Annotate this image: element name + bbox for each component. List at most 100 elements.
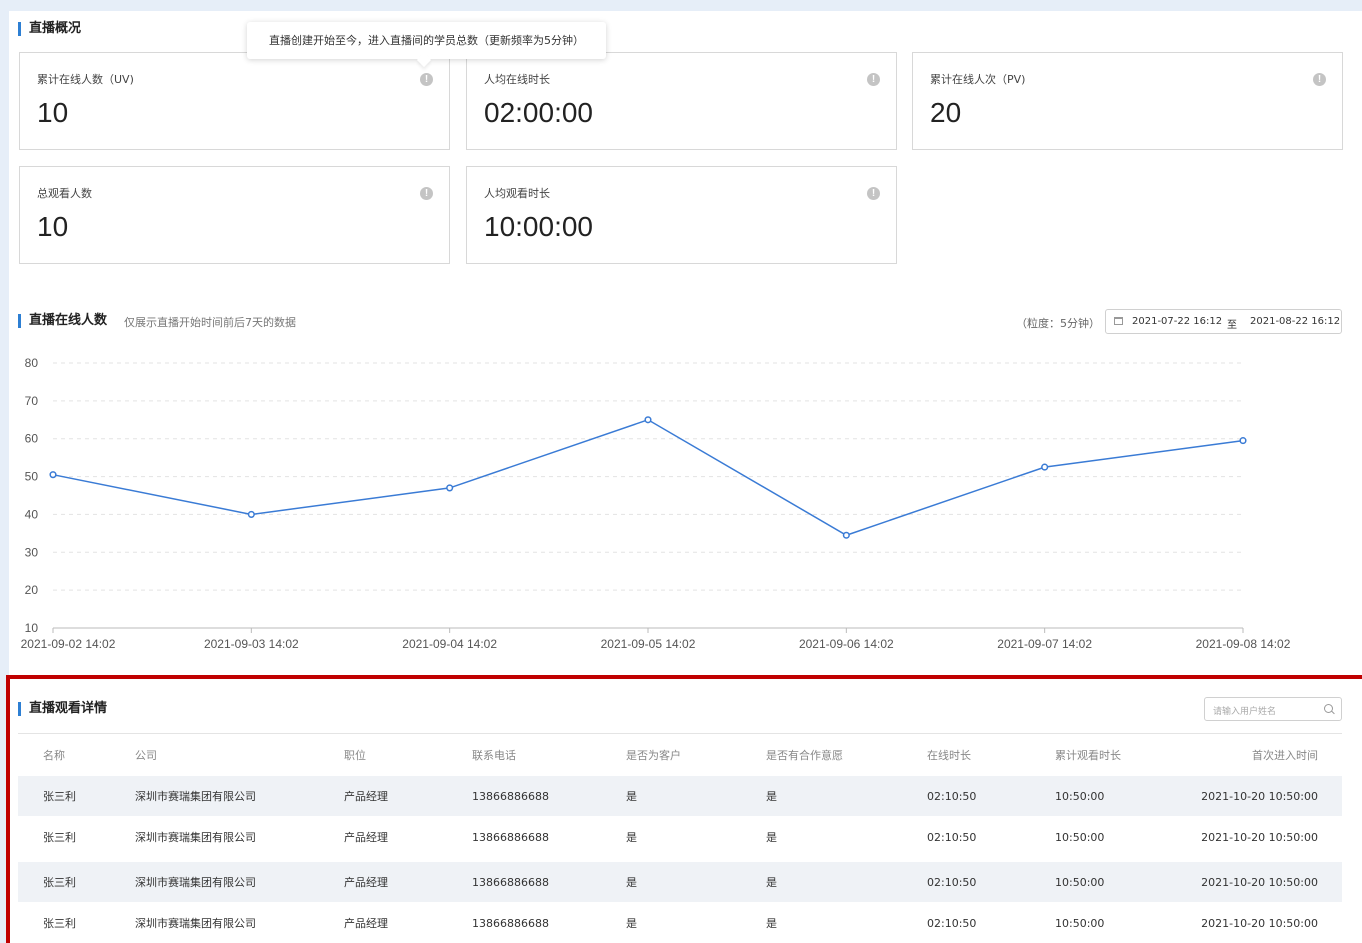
- x-tick-label: 2021-09-04 14:02: [402, 637, 497, 651]
- cell-name: 张三利: [43, 876, 76, 889]
- total-viewers-card: 总观看人数 10 !: [19, 166, 450, 264]
- info-icon[interactable]: !: [867, 73, 880, 86]
- y-tick-label: 40: [25, 507, 39, 521]
- col-company: 公司: [135, 749, 157, 762]
- pv-label: 累计在线人次（PV): [930, 73, 1026, 86]
- cell-first-entry: 2021-10-20 10:50:00: [1201, 830, 1318, 844]
- online-users-line-chart: 10 20 30 40 50 60 70 80 2021-09-02 14:02 2021-09-…: [21, 356, 1291, 651]
- cell-name: 张三利: [43, 917, 76, 930]
- info-icon[interactable]: !: [420, 187, 433, 200]
- uv-label: 累计在线人数（UV): [37, 73, 134, 86]
- col-first-entry: 首次进入时间: [1252, 749, 1318, 762]
- avg-watch-duration-label: 人均观看时长: [484, 187, 550, 200]
- range-separator: 至: [1227, 320, 1237, 331]
- series-line: [52, 418, 1244, 537]
- cell-position: 产品经理: [344, 831, 388, 844]
- cell-name: 张三利: [43, 790, 76, 803]
- user-search-input[interactable]: 请输入用户姓名: [1204, 697, 1342, 721]
- granularity-label: （粒度：5分钟）: [1016, 317, 1100, 330]
- data-point: [446, 484, 454, 492]
- col-cooperation: 是否有合作意愿: [766, 749, 843, 762]
- info-icon[interactable]: !: [867, 187, 880, 200]
- overview-title: 直播概况: [18, 20, 81, 38]
- table-header: 名称 公司 职位 联系电话 是否为客户 是否有合作意愿 在线时长 累计观看时长 …: [18, 733, 1342, 776]
- online-chart-title: 直播在线人数: [18, 312, 107, 330]
- x-tick-label: 2021-09-05 14:02: [601, 637, 696, 651]
- uv-card: 累计在线人数（UV) 10 !: [19, 52, 450, 150]
- cell-is-customer: 是: [626, 917, 637, 930]
- cell-total-watch: 10:50:00: [1055, 875, 1105, 889]
- cell-phone: 13866886688: [472, 916, 549, 930]
- x-tick-label: 2021-09-06 14:02: [799, 637, 894, 651]
- cell-phone: 13866886688: [472, 789, 549, 803]
- cell-is-customer: 是: [626, 876, 637, 889]
- x-tick-label: 2021-09-02 14:02: [21, 637, 116, 651]
- range-start[interactable]: 2021-07-22 16:12: [1132, 316, 1222, 327]
- info-icon[interactable]: !: [420, 73, 433, 86]
- cell-cooperation: 是: [766, 876, 777, 889]
- col-is-customer: 是否为客户: [626, 749, 681, 762]
- y-tick-label: 20: [25, 583, 39, 597]
- x-tick-label: 2021-09-07 14:02: [997, 637, 1092, 651]
- cell-total-watch: 10:50:00: [1055, 916, 1105, 930]
- cell-first-entry: 2021-10-20 10:50:00: [1201, 789, 1318, 803]
- col-online-duration: 在线时长: [927, 749, 971, 762]
- col-total-watch: 累计观看时长: [1055, 749, 1121, 762]
- cell-online-duration: 02:10:50: [927, 875, 977, 889]
- x-tick-label: 2021-09-08 14:02: [1196, 637, 1291, 651]
- avg-watch-duration-value: 10:00:00: [484, 211, 593, 242]
- date-range-picker[interactable]: 2021-07-22 16:12 至 2021-08-22 16:12: [1105, 309, 1342, 334]
- y-tick-label: 10: [25, 621, 39, 635]
- data-point: [49, 471, 57, 479]
- y-tick-label: 80: [25, 356, 39, 370]
- total-viewers-label: 总观看人数: [37, 187, 92, 200]
- detail-title: 直播观看详情: [18, 700, 107, 718]
- y-tick-label: 60: [25, 432, 39, 446]
- cell-cooperation: 是: [766, 831, 777, 844]
- search-placeholder: 请输入用户姓名: [1213, 707, 1277, 717]
- uv-tooltip: 直播创建开始至今，进入直播间的学员总数（更新频率为5分钟）: [247, 22, 606, 59]
- cell-total-watch: 10:50:00: [1055, 789, 1105, 803]
- data-point: [1041, 463, 1049, 471]
- search-icon[interactable]: [1324, 704, 1333, 713]
- online-chart-subtitle: 仅展示直播开始时间前后7天的数据: [124, 316, 296, 329]
- data-point: [1239, 437, 1247, 445]
- table-row[interactable]: 张三利 深圳市赛瑞集团有限公司 产品经理 13866886688 是 是 02:…: [18, 903, 1342, 943]
- col-name: 名称: [43, 749, 65, 762]
- table-row[interactable]: 张三利 深圳市赛瑞集团有限公司 产品经理 13866886688 是 是 02:…: [18, 862, 1342, 902]
- col-position: 职位: [344, 749, 366, 762]
- cell-online-duration: 02:10:50: [927, 916, 977, 930]
- cell-company: 深圳市赛瑞集团有限公司: [135, 831, 256, 844]
- cell-online-duration: 02:10:50: [927, 789, 977, 803]
- avg-online-duration-value: 02:00:00: [484, 97, 593, 128]
- cell-is-customer: 是: [626, 831, 637, 844]
- range-end[interactable]: 2021-08-22 16:12: [1250, 316, 1340, 327]
- col-phone: 联系电话: [472, 749, 516, 762]
- avg-watch-duration-card: 人均观看时长 10:00:00 !: [466, 166, 897, 264]
- cell-phone: 13866886688: [472, 875, 549, 889]
- cell-company: 深圳市赛瑞集团有限公司: [135, 876, 256, 889]
- table-row[interactable]: 张三利 深圳市赛瑞集团有限公司 产品经理 13866886688 是 是 02:…: [18, 776, 1342, 816]
- cell-company: 深圳市赛瑞集团有限公司: [135, 790, 256, 803]
- cell-position: 产品经理: [344, 917, 388, 930]
- x-tick-label: 2021-09-03 14:02: [204, 637, 299, 651]
- info-icon[interactable]: !: [1313, 73, 1326, 86]
- cell-position: 产品经理: [344, 790, 388, 803]
- data-point: [842, 531, 850, 539]
- cell-total-watch: 10:50:00: [1055, 830, 1105, 844]
- cell-company: 深圳市赛瑞集团有限公司: [135, 917, 256, 930]
- avg-online-duration-label: 人均在线时长: [484, 73, 550, 86]
- cell-name: 张三利: [43, 831, 76, 844]
- data-point: [644, 416, 652, 424]
- cell-phone: 13866886688: [472, 830, 549, 844]
- table-row[interactable]: 张三利 深圳市赛瑞集团有限公司 产品经理 13866886688 是 是 02:…: [18, 817, 1342, 857]
- cell-cooperation: 是: [766, 790, 777, 803]
- uv-value: 10: [37, 97, 69, 128]
- cell-first-entry: 2021-10-20 10:50:00: [1201, 916, 1318, 930]
- y-tick-label: 50: [25, 470, 39, 484]
- cell-is-customer: 是: [626, 790, 637, 803]
- pv-value: 20: [930, 97, 962, 128]
- pv-card: 累计在线人次（PV) 20 !: [912, 52, 1343, 150]
- calendar-icon: [1114, 317, 1123, 325]
- cell-cooperation: 是: [766, 917, 777, 930]
